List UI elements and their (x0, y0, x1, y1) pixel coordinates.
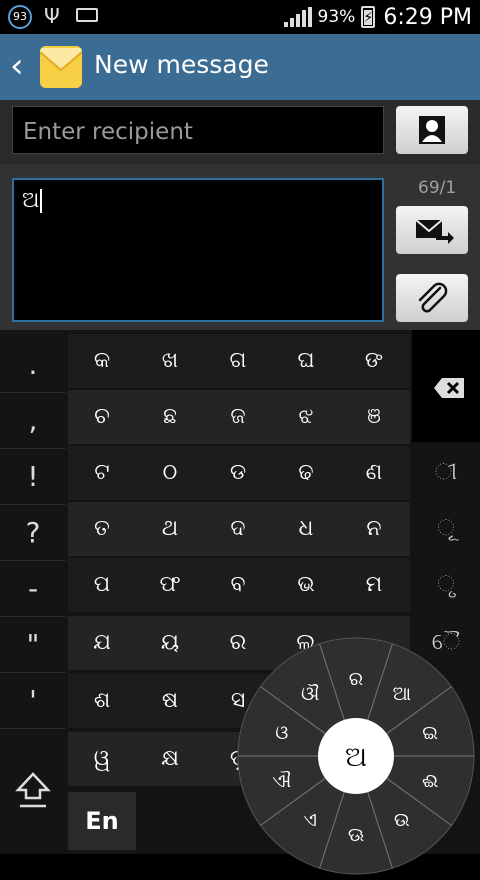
key-row: ପ ଫ ବ ଭ ମ (68, 558, 410, 612)
battery-percent: 93% (317, 7, 356, 27)
envelope-icon[interactable] (40, 46, 82, 88)
radial-option[interactable]: ଏ (303, 809, 316, 831)
backspace-button[interactable] (412, 330, 480, 442)
message-input[interactable]: ଅ (12, 178, 384, 322)
usb-icon: Ψ (44, 4, 60, 28)
key-row: କ ଖ ଗ ଘ ଙ (68, 334, 410, 388)
paperclip-icon (418, 282, 448, 313)
key[interactable]: ଛ (136, 390, 204, 444)
key[interactable]: ନ (340, 502, 408, 556)
key-double-quote[interactable]: " (0, 618, 66, 673)
key[interactable]: ଙ (340, 334, 408, 388)
key[interactable]: ଧ (272, 502, 340, 556)
recipient-bar: Enter recipient (0, 100, 480, 164)
key[interactable]: ଚ (68, 390, 136, 444)
key[interactable]: ଥ (136, 502, 204, 556)
language-switch-button[interactable]: En (68, 792, 136, 850)
key[interactable]: କ୍ଷ (136, 732, 204, 786)
battery-charging-icon: ⚡ (361, 6, 376, 28)
send-button[interactable] (396, 206, 468, 254)
notification-badge: 93 (8, 5, 32, 29)
send-icon (415, 219, 454, 244)
status-right: 93% ⚡ 6:29 PM (283, 3, 472, 31)
vowel-radial-popup: ର ଆଇ ଈଉ ଊ ଏଐ ଓଔ ଅ (236, 636, 476, 876)
key[interactable]: ୟ (136, 616, 204, 670)
key-dash[interactable]: - (0, 562, 66, 617)
recipient-input[interactable]: Enter recipient (12, 106, 384, 154)
key[interactable]: ଯ (68, 616, 136, 670)
key[interactable]: ପ (68, 558, 136, 612)
char-counter: 69/1 (418, 178, 457, 198)
radial-option[interactable]: ଆ (393, 683, 411, 705)
key[interactable]: ଦ (204, 502, 272, 556)
radial-option[interactable]: ଓ (275, 722, 288, 744)
radial-option[interactable]: ଉ (394, 809, 410, 831)
key-vowel-sign[interactable]: ୃ (412, 558, 480, 612)
radial-option[interactable]: ଇ (422, 722, 438, 744)
status-bar: 93 Ψ 93% ⚡ 6:29 PM (0, 0, 480, 34)
key-row: ଚ ଛ ଜ ଝ ଞ (68, 390, 410, 444)
radial-option[interactable]: ଈ (422, 770, 438, 792)
key[interactable]: ମ (340, 558, 408, 612)
key[interactable]: ଢ (272, 446, 340, 500)
key[interactable]: ଗ (204, 334, 272, 388)
text-cursor (40, 189, 43, 213)
key[interactable]: ଜ (204, 390, 272, 444)
key[interactable]: ଞ (340, 390, 408, 444)
shift-icon (15, 772, 51, 808)
key[interactable]: ଫ (136, 558, 204, 612)
key[interactable]: ଶ (68, 674, 136, 728)
shift-button[interactable] (0, 734, 66, 850)
key-period[interactable]: . (0, 338, 66, 393)
contact-picker-button[interactable] (396, 106, 468, 154)
key-row: ଟ ଠ ଡ ଢ ଣ (68, 446, 410, 500)
contact-icon (419, 116, 445, 144)
key[interactable]: ଖ (136, 334, 204, 388)
signal-icon (283, 7, 312, 27)
compose-area: ଅ 69/1 (0, 164, 480, 330)
key-apostrophe[interactable]: ' (0, 674, 66, 729)
key[interactable]: କ (68, 334, 136, 388)
key[interactable]: ଣ (340, 446, 408, 500)
attach-button[interactable] (396, 274, 468, 322)
message-text: ଅ (22, 188, 40, 213)
key-exclamation[interactable]: ! (0, 450, 66, 505)
page-title: New message (94, 50, 269, 79)
radial-option[interactable]: ଔ (301, 683, 319, 705)
radial-option[interactable]: ଊ (348, 824, 364, 846)
key[interactable]: ଘ (272, 334, 340, 388)
radial-option[interactable]: ର (349, 668, 363, 690)
key-vowel-sign[interactable]: ୀ (412, 446, 480, 500)
radial-center-label: ଅ (345, 740, 367, 773)
key[interactable]: ତ (68, 502, 136, 556)
key[interactable]: ଡ (204, 446, 272, 500)
key-row: ତ ଥ ଦ ଧ ନ (68, 502, 410, 556)
action-bar: ‹ New message (0, 34, 480, 100)
keyboard: . , ! ? - " ' କ ଖ ଗ ଘ ଙ ଚ ଛ ଜ ଝ ଞ ଟ ଠ ଡ … (0, 330, 480, 875)
key[interactable]: ଭ (272, 558, 340, 612)
key-comma[interactable]: , (0, 394, 66, 449)
key[interactable]: ବ (204, 558, 272, 612)
backspace-icon (434, 378, 464, 398)
key-vowel-sign[interactable]: ୂ (412, 502, 480, 556)
radial-option[interactable]: ଐ (272, 770, 291, 792)
chevron-left-icon[interactable]: ‹ (10, 46, 24, 86)
key-question[interactable]: ? (0, 506, 66, 561)
radial-menu: ର ଆଇ ଈଉ ଊ ଏଐ ଓଔ ଅ (237, 637, 475, 875)
key[interactable]: ୱ (68, 732, 136, 786)
clock: 6:29 PM (383, 4, 472, 30)
keyboard-icon (76, 8, 98, 22)
key[interactable]: ଠ (136, 446, 204, 500)
key[interactable]: ଷ (136, 674, 204, 728)
key[interactable]: ଝ (272, 390, 340, 444)
key[interactable]: ଟ (68, 446, 136, 500)
